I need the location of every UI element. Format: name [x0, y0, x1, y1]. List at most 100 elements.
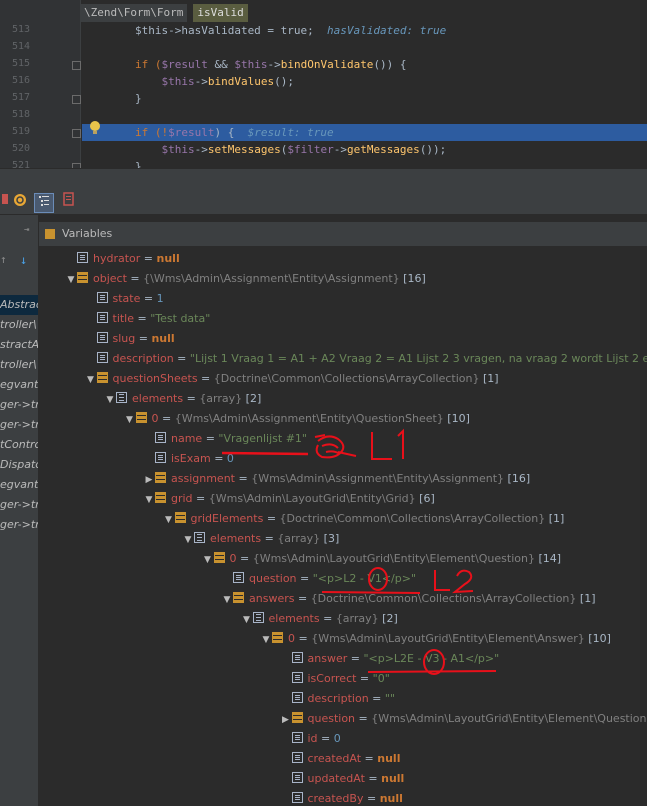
variable-row[interactable]: ▼ elements = {array} [3] — [182, 529, 339, 549]
variable-row[interactable]: ▼ elements = {array} [2] — [104, 389, 261, 409]
equals-sign: = — [183, 392, 200, 405]
expand-down-icon[interactable]: ▼ — [260, 630, 272, 650]
editor-gutter[interactable]: 513 514 515 516 517 518 519 520 521 — [0, 0, 81, 168]
variables-mode-icon[interactable] — [34, 193, 54, 213]
pin-icon[interactable]: ⇥ — [24, 225, 29, 235]
export-icon[interactable] — [61, 192, 77, 208]
variable-row[interactable]: title = "Test data" — [85, 309, 210, 329]
expand-down-icon[interactable]: ▼ — [143, 490, 155, 510]
variable-row[interactable]: ▼ grid = {Wms\Admin\LayoutGrid\Entity\Gri… — [143, 489, 435, 509]
equals-sign: = — [173, 352, 190, 365]
variable-row[interactable]: ▼ 0 = {Wms\Admin\Assignment\Entity\Questi… — [124, 409, 470, 429]
variable-value: {Wms\Admin\Assignment\Entity\Assignment} — [251, 472, 505, 485]
variable-row[interactable]: ▼ elements = {array} [2] — [241, 609, 398, 629]
variable-value: "Vragenlijst #1" — [218, 432, 307, 445]
stack-frame-item[interactable]: troller\ — [0, 315, 38, 335]
line-number[interactable]: 520 — [0, 143, 30, 154]
variable-row[interactable]: hydrator = null — [65, 249, 180, 269]
code-line[interactable]: } — [82, 90, 647, 107]
child-count: [6] — [415, 492, 435, 505]
stack-frame-item[interactable]: troller\ — [0, 355, 38, 375]
variable-row[interactable]: question = "<p>L2 - V1</p>" — [221, 569, 416, 589]
stack-frame-item[interactable]: ger->tri — [0, 415, 38, 435]
stack-frame-item[interactable]: stractA — [0, 335, 38, 355]
stack-frame-item[interactable]: Dispato — [0, 455, 38, 475]
frames-header: ⇥ ↑ ↓ — [0, 215, 38, 267]
stack-frame-item[interactable]: tContro — [0, 435, 38, 455]
frames-panel[interactable]: ⇥ ↑ ↓ Abstrac troller\ stractA troller\ egva… — [0, 215, 39, 806]
code-token: $this — [234, 58, 268, 71]
stack-frame-item[interactable]: ger->tri — [0, 515, 38, 535]
variable-row[interactable]: isExam = 0 — [143, 449, 234, 469]
child-count: [14] — [534, 552, 562, 565]
code-line[interactable]: $this->hasValidated = true; hasValidated… — [82, 22, 647, 39]
expand-down-icon[interactable]: ▼ — [241, 610, 253, 630]
stack-frame-item[interactable]: ger->tri — [0, 495, 38, 515]
expand-down-icon[interactable]: ▼ — [65, 270, 77, 290]
line-number[interactable]: 515 — [0, 58, 30, 69]
code-line[interactable]: $this->setMessages($filter->getMessages(… — [82, 141, 647, 158]
variable-row[interactable]: slug = null — [85, 329, 175, 349]
current-execution-line[interactable]: if (!$result) { $result: true — [82, 124, 647, 141]
variable-row[interactable]: ▼ questionSheets = {Doctrine\Common\Colle… — [85, 369, 499, 389]
expand-down-icon[interactable]: ▼ — [163, 510, 175, 530]
breadcrumb-class[interactable]: \Zend\Form\Form — [80, 4, 188, 22]
variables-tree[interactable]: hydrator = null ▼ object = {\Wms\Admin\Ass… — [39, 247, 647, 806]
stack-frame-item[interactable]: Abstrac — [0, 295, 38, 315]
line-number[interactable]: 519 — [0, 126, 30, 137]
variable-row[interactable]: ▶ question = {Wms\Admin\LayoutGrid\Entity… — [280, 709, 647, 729]
variable-row[interactable]: createdAt = null — [280, 749, 400, 769]
variable-row[interactable]: isCorrect = "0" — [280, 669, 390, 689]
variable-row[interactable]: ▼ answers = {Doctrine\Common\Collections\… — [221, 589, 595, 609]
breadcrumb-method[interactable]: isValid — [193, 4, 248, 22]
fold-marker-icon[interactable] — [72, 95, 81, 104]
variable-row[interactable]: answer = "<p>L2E - V3 - A1</p>" — [280, 649, 499, 669]
variable-row[interactable]: description = "Lijst 1 Vraag 1 = A1 + A2… — [85, 349, 647, 369]
variable-row[interactable]: id = 0 — [280, 729, 341, 749]
code-token: setMessages — [207, 143, 281, 156]
stack-frame-item[interactable]: egvante — [0, 375, 38, 395]
expand-down-icon[interactable]: ▼ — [221, 590, 233, 610]
variable-row[interactable]: ▼ gridElements = {Doctrine\Common\Collect… — [163, 509, 564, 530]
line-number[interactable]: 516 — [0, 75, 30, 86]
code-line[interactable] — [82, 39, 647, 56]
up-arrow-icon[interactable]: ↑ — [0, 253, 7, 266]
code-line[interactable]: $this->bindValues(); — [82, 73, 647, 90]
code-line[interactable]: } — [82, 158, 647, 168]
line-number[interactable]: 514 — [0, 41, 30, 52]
variable-row[interactable]: ▼ 0 = {Wms\Admin\LayoutGrid\Entity\Elemen… — [260, 629, 611, 649]
line-number[interactable]: 513 — [0, 24, 30, 35]
variable-value: {array} — [199, 392, 243, 405]
code-line[interactable] — [82, 107, 647, 124]
field-icon — [77, 252, 88, 263]
expand-down-icon[interactable]: ▼ — [202, 550, 214, 570]
expand-right-icon[interactable]: ▶ — [280, 710, 292, 730]
variable-row[interactable]: name = "Vragenlijst #1" — [143, 429, 307, 449]
variable-row[interactable]: description = "" — [280, 689, 395, 709]
stack-frame-item[interactable]: ger->tri — [0, 395, 38, 415]
equals-sign: = — [355, 712, 372, 725]
object-icon — [272, 632, 283, 643]
lightbulb-icon[interactable] — [90, 121, 100, 131]
stack-frame-item[interactable]: egvante — [0, 475, 38, 495]
code-line[interactable]: if ($result && $this->bindOnValidate()) … — [82, 56, 647, 73]
expand-down-icon[interactable]: ▼ — [124, 410, 136, 430]
variable-row[interactable]: ▼ object = {\Wms\Admin\Assignment\Entity\… — [65, 269, 426, 289]
variable-row[interactable]: ▼ 0 = {Wms\Admin\LayoutGrid\Entity\Elemen… — [202, 549, 562, 570]
variable-row[interactable]: updatedAt = null — [280, 769, 404, 789]
line-number[interactable]: 518 — [0, 109, 30, 120]
line-number[interactable]: 517 — [0, 92, 30, 103]
fold-marker-icon[interactable] — [72, 61, 81, 70]
fold-marker-icon[interactable] — [72, 129, 81, 138]
variable-row[interactable]: ▶ assignment = {Wms\Admin\Assignment\Enti… — [143, 469, 530, 489]
down-arrow-icon[interactable]: ↓ — [20, 253, 27, 267]
code-editor[interactable]: 513 514 515 516 517 518 519 520 521 $this->hasVa… — [0, 0, 647, 168]
line-number[interactable]: 521 — [0, 160, 30, 168]
expand-right-icon[interactable]: ▶ — [143, 470, 155, 490]
expand-down-icon[interactable]: ▼ — [104, 390, 116, 410]
watch-icon[interactable] — [12, 192, 28, 208]
variable-row[interactable]: state = 1 — [85, 289, 164, 309]
expand-down-icon[interactable]: ▼ — [182, 530, 194, 550]
expand-down-icon[interactable]: ▼ — [85, 370, 97, 390]
variable-row[interactable]: createdBy = null — [280, 789, 403, 806]
